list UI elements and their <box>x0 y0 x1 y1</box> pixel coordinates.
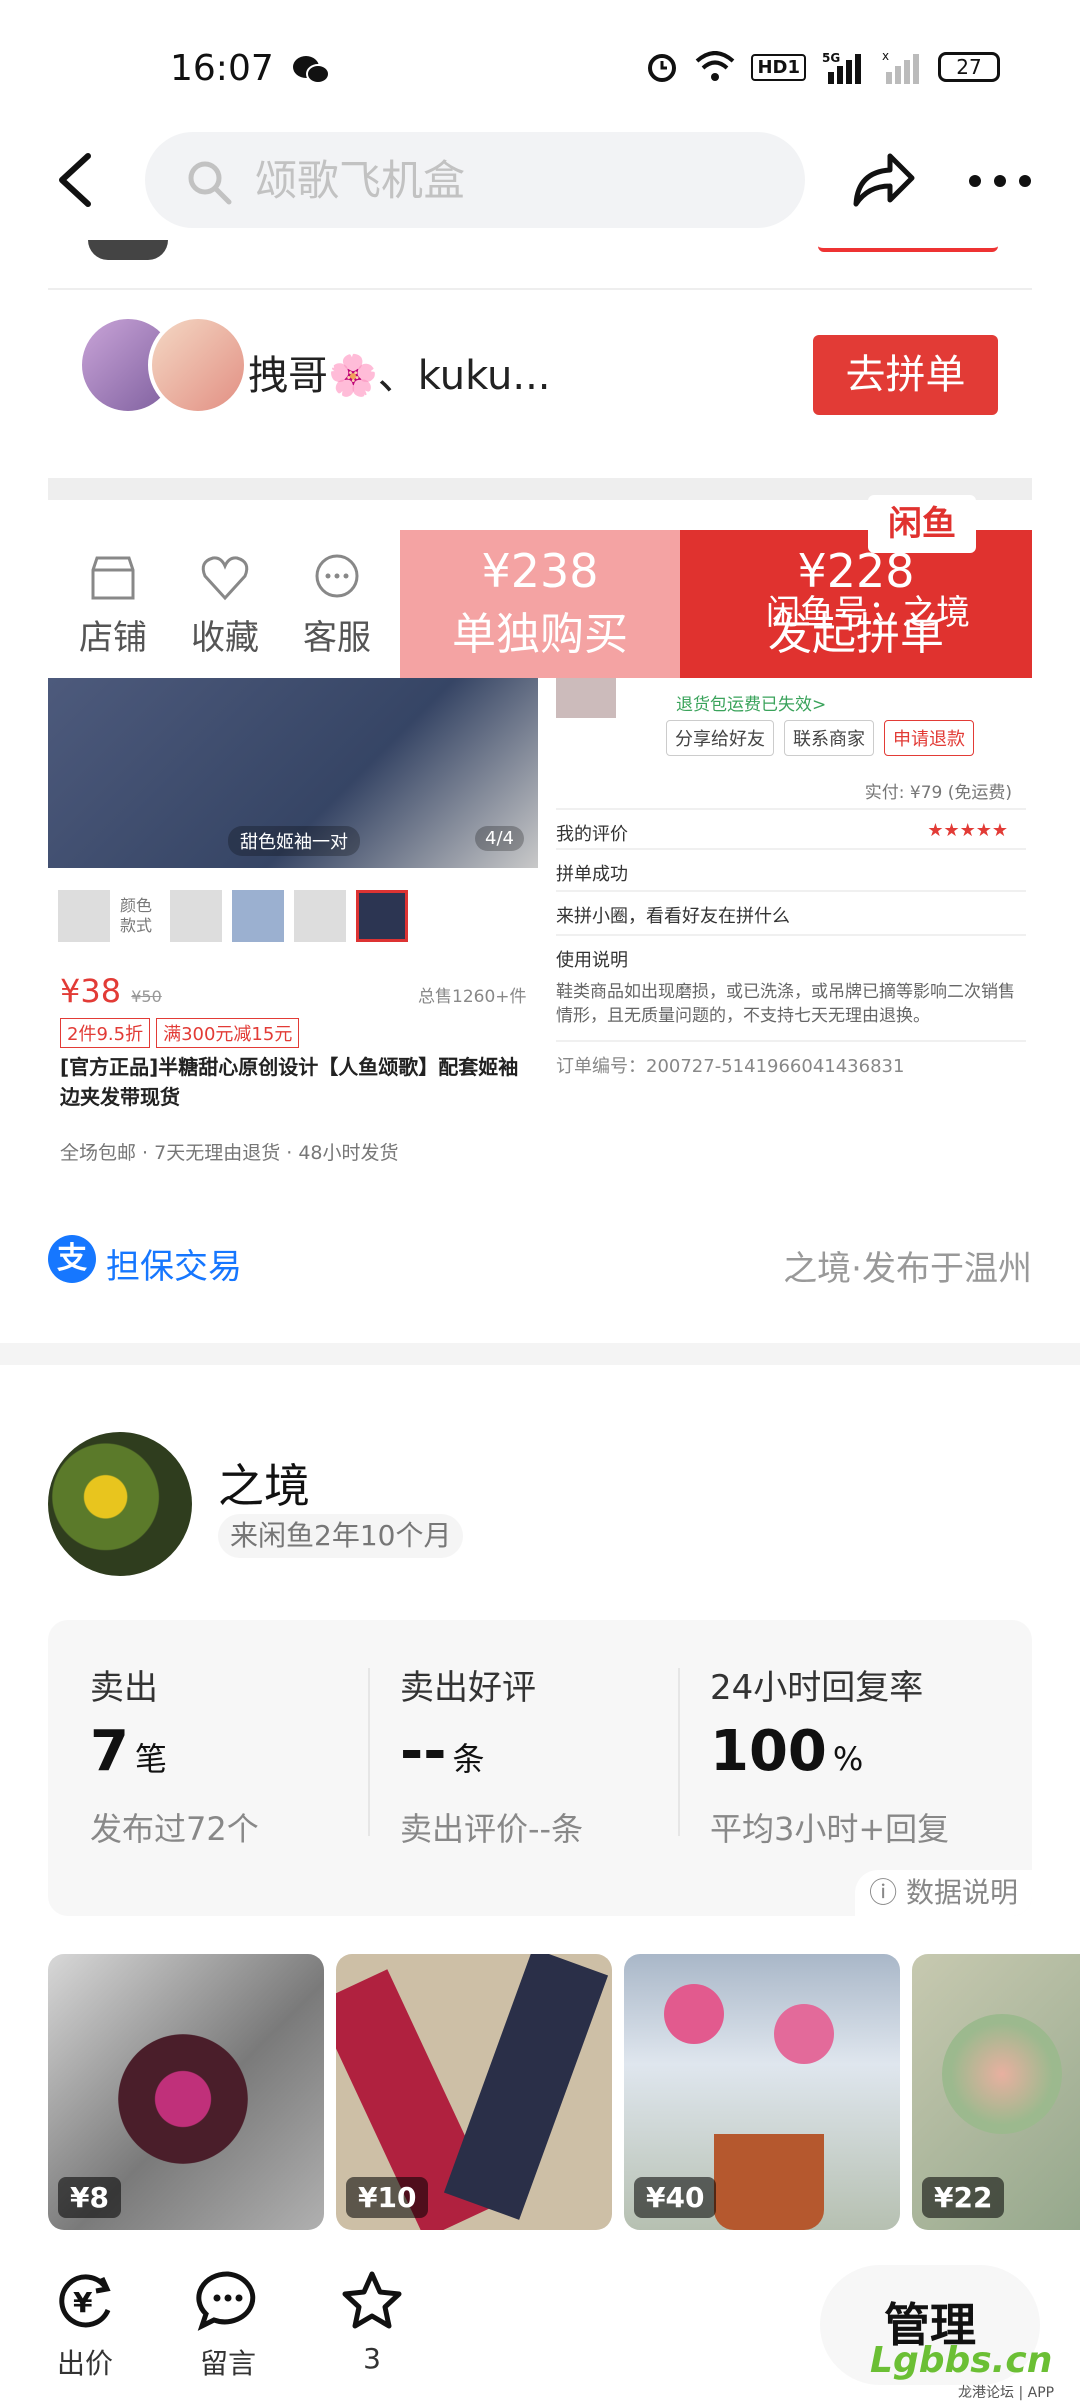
status-time: 16:07 <box>170 48 274 89</box>
seller-avatar[interactable] <box>48 1432 192 1576</box>
heart-icon <box>201 556 249 601</box>
alarm-icon <box>648 54 677 82</box>
price-tag-icon: ¥ <box>59 2274 111 2328</box>
order-panel: 退货包运费已失效> 分享给好友 联系商家 申请退款 实付: ¥79 (免运费) … <box>546 678 1032 1175</box>
share-icon[interactable] <box>850 150 916 210</box>
section-divider <box>0 1343 1080 1365</box>
signal-icon: 5G <box>822 51 861 84</box>
search-input[interactable] <box>255 152 775 208</box>
sold-count: 总售1260+件 <box>418 987 527 1007</box>
shop-icon <box>91 556 135 600</box>
seller-items: ¥8 ¥10 ¥40 ¥22 <box>48 1954 1080 2230</box>
alipay-icon: 支 <box>48 1235 96 1283</box>
top-bar <box>0 130 1080 230</box>
product-footer: 全场包邮 · 7天无理由退货 · 48小时发货 <box>60 1142 399 1164</box>
seller-stats: 卖出 7笔 发布过72个 卖出好评 -- 条 卖出评价--条 24小时回复率 10… <box>48 1620 1032 1916</box>
star-icon <box>342 2271 402 2329</box>
site-watermark-sub: 龙港论坛 | APP <box>958 2385 1055 2401</box>
shop-item: 店铺 <box>58 552 168 659</box>
wechat-icon <box>293 56 330 84</box>
chat-icon <box>315 554 359 598</box>
group-users: 拽哥🌸、kuku... <box>248 353 551 399</box>
favorite-button[interactable]: 3 <box>322 2270 422 2375</box>
svg-text:¥: ¥ <box>73 2286 93 2319</box>
item-screenshot-image[interactable]: 拽哥🌸、kuku... 去拼单 店铺 收藏 客服 ¥238 单独购买 ¥228 … <box>48 240 1032 1175</box>
status-bar: 16:07 HD1 5G x 27 <box>0 0 1080 140</box>
seller-name[interactable]: 之境 <box>218 1450 310 1516</box>
stat-sold: 卖出 7笔 发布过72个 <box>90 1668 259 1848</box>
item-card[interactable]: ¥22 <box>912 1954 1080 2230</box>
guarantee-link[interactable]: 担保交易 <box>106 1239 242 1288</box>
stat-good-reviews: 卖出好评 -- 条 卖出评价--条 <box>400 1668 584 1848</box>
product-title: [官方正品]半糖甜心原创设计【人鱼颂歌】配套姬袖边夹发带现货 <box>60 1055 519 1109</box>
join-group-button: 去拼单 <box>813 335 998 415</box>
bottom-action-bar: ¥ 出价 留言 3 管理 Lgbbs.cn 龙港论坛 | APP <box>0 2250 1080 2401</box>
group-buy-row: 拽哥🌸、kuku... 去拼单 <box>48 315 1032 435</box>
trade-info-row: 支 担保交易 之境·发布于温州 <box>48 1235 1032 1295</box>
thumbnail-strip: 颜色款式 <box>58 888 408 944</box>
offer-button[interactable]: ¥ 出价 <box>35 2270 135 2382</box>
search-icon <box>188 161 232 205</box>
svg-text:5G: 5G <box>822 51 840 65</box>
search-box[interactable] <box>145 132 805 228</box>
svg-text:x: x <box>882 50 889 63</box>
promo-tags: 2件9.5折 满300元减15元 <box>60 1018 300 1048</box>
battery-icon: 27 <box>938 52 1000 82</box>
site-watermark: Lgbbs.cn <box>870 2340 1053 2381</box>
back-icon[interactable] <box>50 150 100 210</box>
image-watermark: 闲鱼号：之境 <box>766 593 970 633</box>
xianyu-logo: 闲鱼 <box>868 495 976 553</box>
comment-button[interactable]: 留言 <box>178 2270 278 2382</box>
stat-reply-rate: 24小时回复率 100% 平均3小时+回复 <box>710 1668 950 1848</box>
data-info-link[interactable]: ⓘ 数据说明 <box>855 1870 1032 1916</box>
item-card[interactable]: ¥40 <box>624 1954 900 2230</box>
screenshot-top-row <box>48 240 1032 290</box>
item-card[interactable]: ¥10 <box>336 1954 612 2230</box>
buy-solo-button: ¥238 单独购买 <box>400 530 680 678</box>
service-item: 客服 <box>282 552 392 659</box>
product-price: ¥38 ¥50 <box>60 972 162 1010</box>
more-icon[interactable] <box>965 166 1035 196</box>
favorite-item: 收藏 <box>170 552 280 659</box>
signal-weak-icon: x <box>882 50 919 84</box>
item-card[interactable]: ¥8 <box>48 1954 324 2230</box>
wifi-icon <box>696 51 735 81</box>
product-image: 甜色姬袖一对 4/4 <box>48 678 538 868</box>
avatar <box>148 315 248 415</box>
comment-icon <box>196 2271 256 2331</box>
hd-icon: HD1 <box>751 53 806 81</box>
publish-info: 之境·发布于温州 <box>783 1249 1032 1289</box>
seller-joined: 来闲鱼2年10个月 <box>218 1514 464 1558</box>
